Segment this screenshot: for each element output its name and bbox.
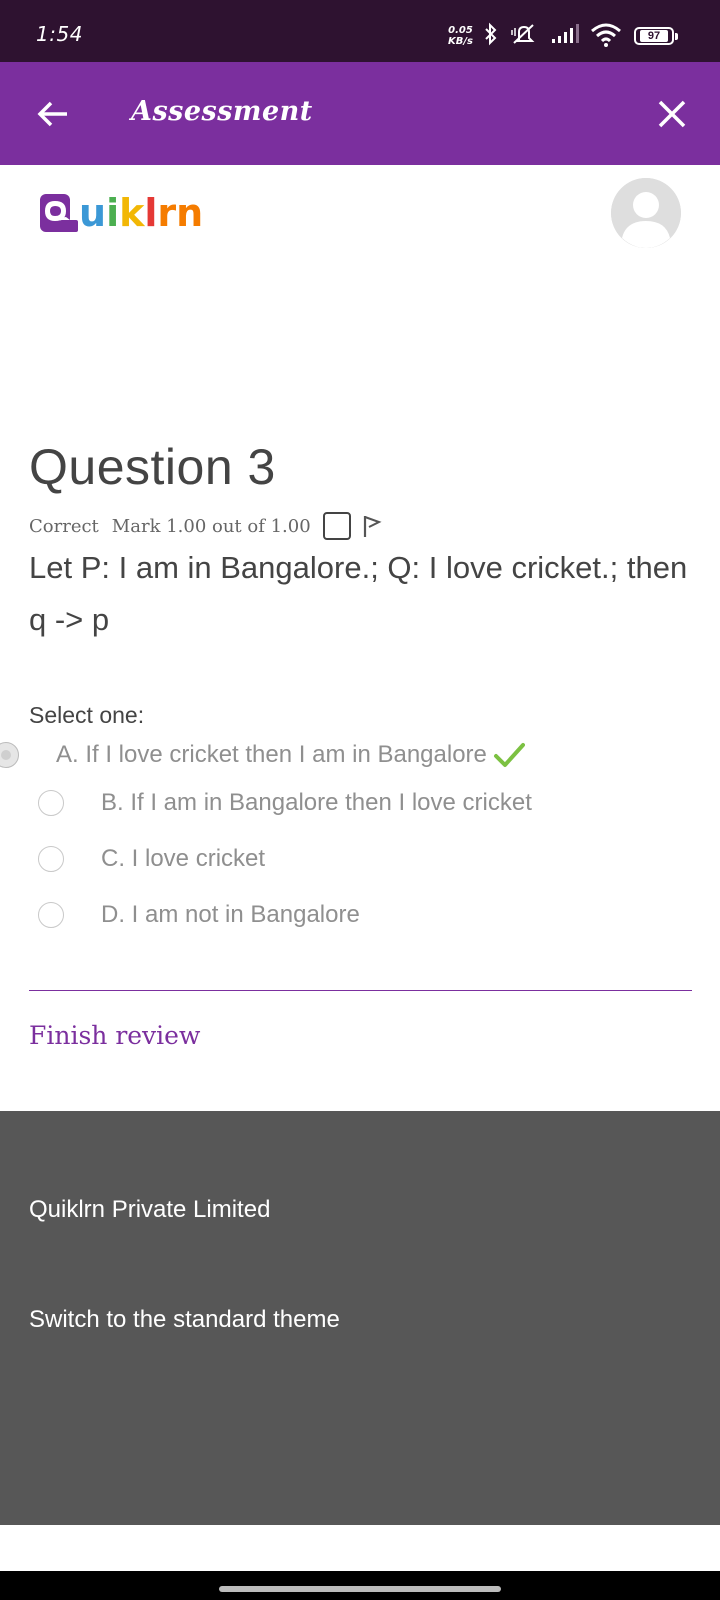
logo-letter: n: [176, 191, 204, 235]
home-gesture-handle[interactable]: [219, 1586, 501, 1592]
option-d-label: D. I am not in Bangalore: [101, 901, 360, 928]
logo-letter: k: [119, 191, 145, 235]
avatar[interactable]: [611, 178, 681, 248]
battery-icon: 97: [634, 27, 678, 45]
battery-level: 97: [640, 30, 668, 42]
network-speed: 0.05 KB/s: [448, 25, 473, 47]
flag-question-checkbox[interactable]: [322, 512, 351, 540]
system-nav-bar: [0, 1571, 720, 1600]
radio-option-c[interactable]: [38, 846, 64, 872]
radio-option-d[interactable]: [38, 902, 64, 928]
logo-letters: uiklrn: [79, 191, 203, 235]
option-b-label: B. If I am in Bangalore then I love cric…: [101, 789, 532, 816]
divider: [29, 990, 692, 991]
status-bar: 1:54 0.05 KB/s 97: [0, 0, 720, 62]
option-c[interactable]: C. I love cricket: [38, 841, 265, 877]
question-status: Correct: [29, 515, 99, 537]
select-one-label: Select one:: [29, 702, 145, 728]
question-text: Let P: I am in Bangalore.; Q: I love cri…: [29, 550, 688, 637]
flag-icon[interactable]: [361, 513, 383, 539]
footer-company: Quiklrn Private Limited: [29, 1196, 271, 1223]
network-speed-unit: KB/s: [448, 36, 473, 47]
radio-option-b[interactable]: [38, 790, 64, 816]
option-d[interactable]: D. I am not in Bangalore: [38, 897, 360, 933]
question-title: Question 3: [29, 439, 276, 495]
arrow-left-icon[interactable]: [30, 92, 74, 136]
option-a-label: A. If I love cricket then I am in Bangal…: [56, 741, 487, 768]
switch-theme-link[interactable]: Switch to the standard theme: [29, 1306, 340, 1334]
wifi-icon: [591, 23, 621, 47]
app-bar: Assessment: [0, 62, 720, 165]
mute-icon: [511, 24, 535, 44]
radio-option-a[interactable]: [0, 742, 19, 768]
option-c-label: C. I love cricket: [101, 845, 266, 872]
quiklrn-logo[interactable]: uiklrn: [40, 190, 203, 244]
close-icon[interactable]: [654, 96, 690, 132]
status-time: 1:54: [36, 22, 83, 46]
correct-check-icon: [493, 743, 525, 767]
option-b[interactable]: B. If I am in Bangalore then I love cric…: [38, 785, 532, 821]
option-a[interactable]: A. If I love cricket then I am in Bangal…: [0, 737, 525, 773]
logo-letter: r: [157, 191, 177, 235]
signal-icon: [552, 24, 579, 43]
battery-tip: [675, 33, 678, 40]
finish-review-link[interactable]: Finish review: [29, 1021, 200, 1050]
logo-letter: i: [106, 191, 120, 235]
network-speed-value: 0.05: [448, 25, 473, 36]
question-mark: Mark 1.00 out of 1.00: [111, 515, 311, 537]
question-meta: Correct Mark 1.00 out of 1.00: [29, 511, 383, 541]
user-avatar-icon: [611, 178, 681, 248]
page-title: Assessment: [131, 96, 313, 127]
bluetooth-icon: [485, 22, 497, 46]
footer: Quiklrn Private Limited Switch to the st…: [0, 1111, 720, 1525]
logo-letter: l: [144, 191, 158, 235]
logo-letter: u: [79, 191, 107, 235]
logo-q-mark: [40, 194, 78, 234]
logo-wordmark: uiklrn: [79, 190, 203, 236]
